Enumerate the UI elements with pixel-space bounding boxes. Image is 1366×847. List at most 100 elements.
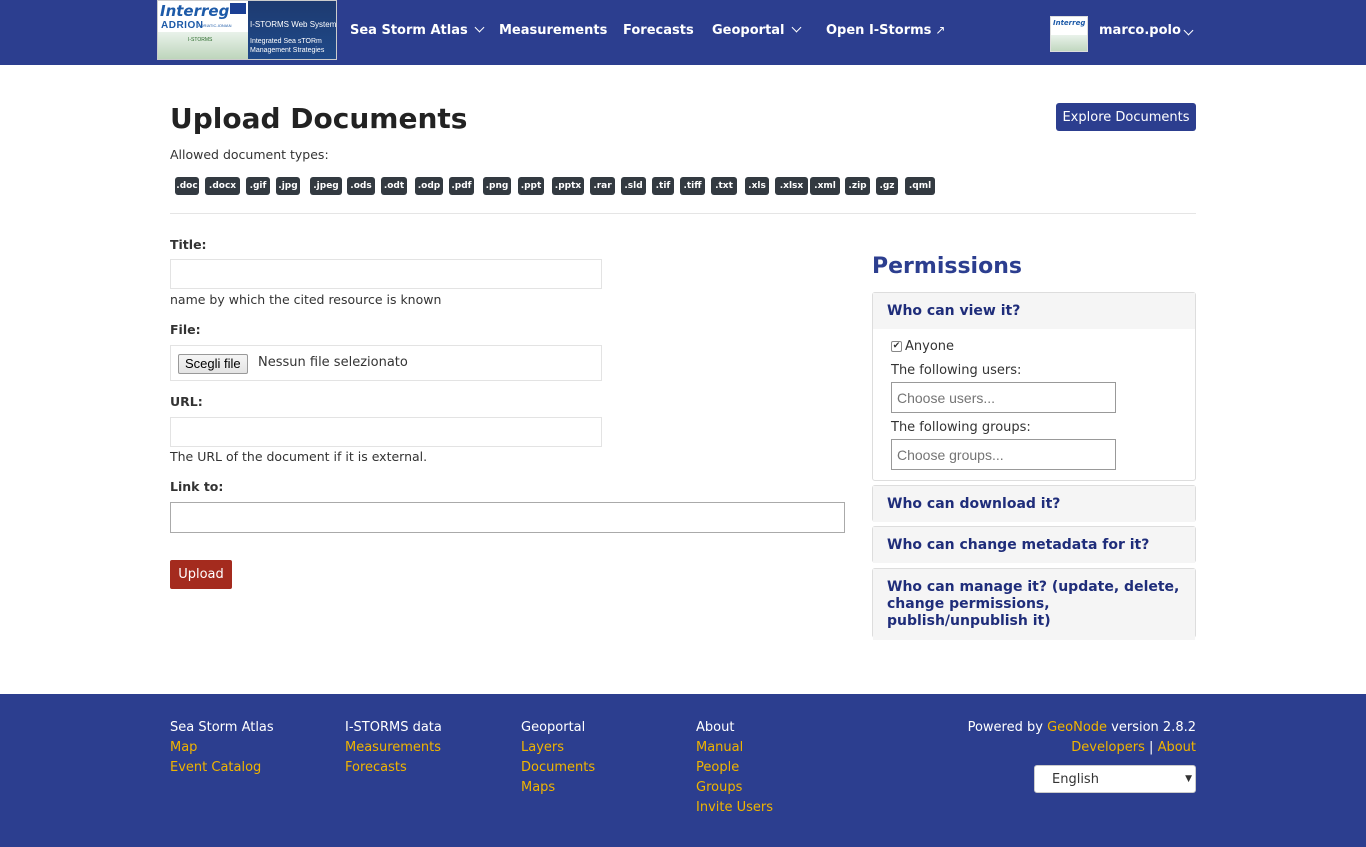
file-label: File: [170,322,201,337]
nav-sea-storm-atlas-label: Sea Storm Atlas [350,23,468,38]
footer-link-forecasts[interactable]: Forecasts [345,758,442,778]
groups-select[interactable] [891,439,1116,470]
title-field[interactable] [170,259,602,289]
url-label: URL: [170,394,203,409]
external-link-icon: ↗ [935,23,946,37]
logo-adriatic-ionian-text: ADRIATIC-IONIAN [198,23,232,28]
footer-link-layers[interactable]: Layers [521,738,595,758]
avatar[interactable]: Interreg [1050,16,1088,52]
panel-heading-manage[interactable]: Who can manage it? (update, delete, chan… [873,569,1195,640]
logo-istorms-text: I-STORMS [188,37,213,43]
page-title: Upload Documents [170,102,468,135]
geonode-link[interactable]: GeoNode [1047,720,1107,735]
caret-down-icon: ▼ [1185,774,1192,784]
title-help-text: name by which the cited resource is know… [170,292,442,307]
permission-panel-metadata: Who can change metadata for it? [872,526,1196,563]
about-link[interactable]: About [1158,740,1196,755]
developers-link[interactable]: Developers [1071,740,1145,755]
footer-col-atlas: Sea Storm Atlas Map Event Catalog [170,718,274,778]
nav-measurements[interactable]: Measurements [499,23,607,38]
footer-heading[interactable]: I-STORMS data [345,718,442,738]
eu-flag-icon [230,3,246,14]
nav-geoportal-label: Geoportal [712,23,785,38]
footer-col-geoportal: Geoportal Layers Documents Maps [521,718,595,798]
footer-link-people[interactable]: People [696,758,773,778]
type-badge: .odt [381,177,407,195]
avatar-wave-graphic [1051,35,1087,51]
type-badge: .xls [745,177,769,195]
users-label: The following users: [891,363,1022,378]
type-badge: .qml [905,177,935,195]
panel-heading-view[interactable]: Who can view it? [873,293,1195,329]
users-select[interactable] [891,382,1116,413]
type-badge: .sld [621,177,646,195]
type-badge: .xlsx [775,177,808,195]
nav-open-istorms-label: Open I-Storms [826,23,932,38]
permission-panel-manage: Who can manage it? (update, delete, chan… [872,568,1196,640]
type-badge: .tif [652,177,674,195]
logo-line2-text: Integrated Sea sTORm [250,38,322,45]
url-field[interactable] [170,417,602,447]
user-menu-name[interactable]: marco.polo [1099,23,1181,38]
language-selected: English [1052,772,1099,787]
panel-heading-metadata[interactable]: Who can change metadata for it? [873,527,1195,563]
top-navbar: Interreg ADRION ADRIATIC-IONIAN I-STORMS… [0,0,1366,65]
allowed-types-list: .doc .docx .gif .jpg .jpeg .ods .odt .od… [170,177,1070,197]
powered-by-line: Powered by GeoNode version 2.8.2 [968,718,1196,738]
footer-link-groups[interactable]: Groups [696,778,773,798]
footer-link-measurements[interactable]: Measurements [345,738,442,758]
avatar-logo-text: Interreg [1053,19,1086,27]
groups-label: The following groups: [891,420,1031,435]
type-badge: .jpeg [310,177,342,195]
type-badge: .tiff [680,177,705,195]
title-label: Title: [170,237,207,252]
type-badge: .png [483,177,511,195]
footer-link-event-catalog[interactable]: Event Catalog [170,758,274,778]
file-status-text: Nessun file selezionato [258,355,408,370]
anyone-checkbox[interactable]: ✔ [891,341,902,352]
footer-link-documents[interactable]: Documents [521,758,595,778]
version-text: version 2.8.2 [1111,720,1196,735]
footer-link-map[interactable]: Map [170,738,274,758]
footer-powered-by: Powered by GeoNode version 2.8.2 Develop… [968,718,1196,758]
site-logo[interactable]: Interreg ADRION ADRIATIC-IONIAN I-STORMS… [157,0,337,60]
type-badge: .pdf [449,177,474,195]
type-badge: .gz [876,177,898,195]
type-badge: .ods [347,177,375,195]
url-help-text: The URL of the document if it is externa… [170,449,428,464]
nav-sea-storm-atlas[interactable]: Sea Storm Atlas [350,22,485,38]
explore-documents-button[interactable]: Explore Documents [1056,103,1196,131]
type-badge: .xml [810,177,840,195]
footer-heading[interactable]: Sea Storm Atlas [170,718,274,738]
permission-panel-download: Who can download it? [872,485,1196,522]
panel-heading-download[interactable]: Who can download it? [873,486,1195,522]
footer-heading[interactable]: About [696,718,773,738]
choose-file-button[interactable]: Scegli file [178,354,248,374]
allowed-types-label: Allowed document types: [170,147,329,162]
type-badge: .gif [246,177,270,195]
type-badge: .pptx [552,177,584,195]
powered-by-text: Powered by [967,720,1043,735]
footer-link-invite-users[interactable]: Invite Users [696,798,773,818]
chevron-down-icon [791,22,801,33]
file-input[interactable]: Scegli file Nessun file selezionato [170,345,602,381]
anyone-label: Anyone [905,339,955,354]
nav-geoportal[interactable]: Geoportal [712,22,801,38]
type-badge: .docx [205,177,240,195]
link-to-label: Link to: [170,479,224,494]
logo-interreg-text: Interreg [160,2,230,20]
footer-col-data: I-STORMS data Measurements Forecasts [345,718,442,778]
divider [170,213,1196,214]
upload-button[interactable]: Upload [170,560,232,589]
nav-forecasts[interactable]: Forecasts [623,23,694,38]
chevron-down-icon[interactable] [1183,25,1194,36]
nav-open-istorms[interactable]: Open I-Storms ↗ [826,23,945,38]
footer-link-manual[interactable]: Manual [696,738,773,758]
type-badge: .txt [711,177,737,195]
footer-heading[interactable]: Geoportal [521,718,595,738]
type-badge: .ppt [518,177,544,195]
link-to-field[interactable] [170,502,845,533]
footer-link-maps[interactable]: Maps [521,778,595,798]
language-select[interactable]: English ▼ [1034,765,1196,793]
separator-text: | [1149,740,1154,755]
